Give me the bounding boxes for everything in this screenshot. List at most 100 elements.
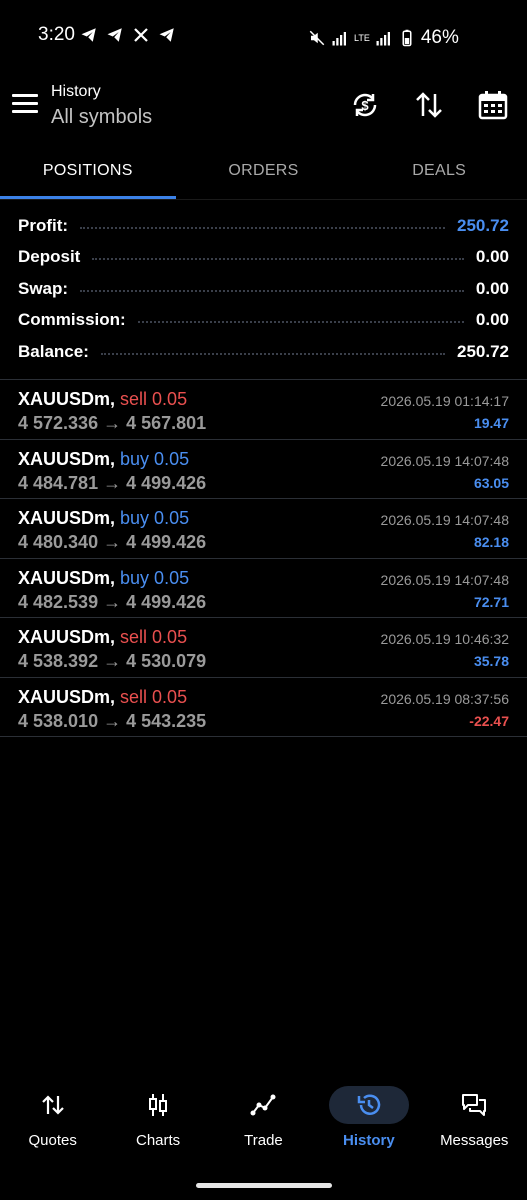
position-profit: 63.05 <box>473 474 509 491</box>
nav-icon-wrap <box>118 1086 198 1124</box>
nav-icon-wrap <box>434 1086 514 1124</box>
notification-icons <box>80 26 176 44</box>
quotes-icon <box>41 1095 64 1115</box>
position-profit: 19.47 <box>473 415 509 431</box>
nav-quotes[interactable]: Quotes <box>3 1078 103 1162</box>
position-type: buy 0.05 <box>120 567 190 588</box>
balance-value: 250.72 <box>457 341 509 361</box>
position-prices: 4 538.392 → 4 530.079 <box>18 651 207 671</box>
position-prices: 4 484.781 → 4 499.426 <box>18 472 207 493</box>
position-symbol: XAUUSDm, buy 0.05 <box>18 508 189 529</box>
summary-panel: Profit: 250.72 Deposit 0.00 Swap: 0.00 C… <box>0 210 527 368</box>
nav-trade[interactable]: Trade <box>213 1078 313 1162</box>
position-type: sell 0.05 <box>120 686 188 707</box>
swap-label: Swap: <box>18 278 69 298</box>
position-time: 2026.05.19 10:46:32 <box>380 631 509 647</box>
signal-icon <box>332 32 346 46</box>
status-bar: 3:20 LTE 46% <box>0 0 527 72</box>
nav-history[interactable]: History <box>319 1078 419 1162</box>
refresh-currency-button[interactable]: $ <box>349 89 381 121</box>
tab-positions[interactable]: POSITIONS <box>0 142 176 199</box>
summary-row-deposit: Deposit 0.00 <box>0 242 527 274</box>
app-header: History All symbols $ <box>0 72 527 142</box>
position-type: sell 0.05 <box>120 389 188 409</box>
symbol-name: XAUUSDm, <box>18 567 116 588</box>
symbol-filter[interactable]: All symbols <box>51 106 152 129</box>
charts-icon <box>149 1094 168 1116</box>
position-row[interactable]: XAUUSDm, buy 0.05 4 482.539 → 4 499.426 20… <box>0 559 527 618</box>
nav-label: Quotes <box>28 1132 77 1149</box>
position-row[interactable]: XAUUSDm, buy 0.05 4 480.340 → 4 499.426 20… <box>0 499 527 559</box>
position-profit: 82.18 <box>473 534 509 550</box>
position-time: 2026.05.19 14:07:48 <box>380 452 509 469</box>
position-time: 2026.05.19 01:14:17 <box>380 393 509 409</box>
page-title: History <box>51 83 101 100</box>
nav-label: Trade <box>244 1132 283 1149</box>
sort-icon <box>416 92 442 118</box>
history-icon <box>357 1094 381 1115</box>
position-type: sell 0.05 <box>120 627 188 647</box>
dotted-leader <box>137 321 464 324</box>
dotted-leader <box>100 352 445 355</box>
position-prices: 4 480.340 → 4 499.426 <box>18 532 207 552</box>
x-icon <box>134 28 148 42</box>
position-symbol: XAUUSDm, sell 0.05 <box>18 389 187 410</box>
symbol-name: XAUUSDm, <box>18 686 116 707</box>
nav-charts[interactable]: Charts <box>108 1078 208 1162</box>
commission-label: Commission: <box>18 310 126 330</box>
system-icons: LTE 46% <box>308 27 459 49</box>
position-profit: 72.71 <box>473 593 509 610</box>
status-time: 3:20 <box>38 24 75 45</box>
profit-value: 250.72 <box>457 215 509 235</box>
position-profit: 35.78 <box>473 653 509 669</box>
summary-row-balance: Balance: 250.72 <box>0 336 527 368</box>
network-type: LTE <box>354 33 370 43</box>
symbol-name: XAUUSDm, <box>18 389 116 409</box>
position-row[interactable]: XAUUSDm, buy 0.05 4 484.781 → 4 499.426 20… <box>0 440 527 499</box>
nav-label: History <box>343 1132 395 1149</box>
bottom-nav: Quotes Charts Trade History Messages <box>0 1078 527 1162</box>
nav-messages[interactable]: Messages <box>424 1078 524 1162</box>
sort-button[interactable] <box>413 89 445 121</box>
calendar-button[interactable] <box>477 89 509 121</box>
position-type: buy 0.05 <box>120 508 190 528</box>
profit-label: Profit: <box>18 215 69 235</box>
position-row[interactable]: XAUUSDm, sell 0.05 4 572.336 → 4 567.801 2… <box>0 380 527 440</box>
deposit-value: 0.00 <box>475 247 509 267</box>
currency-refresh-icon: $ <box>353 93 377 117</box>
signal-icon <box>376 32 390 46</box>
messages-icon <box>462 1094 487 1116</box>
position-symbol: XAUUSDm, sell 0.05 <box>18 627 187 648</box>
nav-icon-wrap <box>13 1086 93 1124</box>
tab-orders[interactable]: ORDERS <box>176 142 352 199</box>
telegram-icon <box>107 28 122 42</box>
menu-icon[interactable] <box>12 94 38 114</box>
balance-label: Balance: <box>18 341 89 361</box>
tab-deals[interactable]: DEALS <box>351 142 527 199</box>
symbol-name: XAUUSDm, <box>18 627 116 647</box>
position-time: 2026.05.19 08:37:56 <box>380 690 509 707</box>
summary-row-commission: Commission: 0.00 <box>0 305 527 337</box>
symbol-name: XAUUSDm, <box>18 448 116 469</box>
symbol-name: XAUUSDm, <box>18 508 116 528</box>
position-type: buy 0.05 <box>120 448 190 469</box>
position-row[interactable]: XAUUSDm, sell 0.05 4 538.010 → 4 543.235 2… <box>0 678 527 737</box>
battery-level: 46% <box>420 27 459 48</box>
position-prices: 4 572.336 → 4 567.801 <box>18 413 207 433</box>
battery-icon <box>402 29 412 47</box>
deposit-label: Deposit <box>18 247 81 267</box>
commission-value: 0.00 <box>475 310 509 330</box>
swap-value: 0.00 <box>475 278 509 298</box>
position-symbol: XAUUSDm, buy 0.05 <box>18 568 189 589</box>
position-time: 2026.05.19 14:07:48 <box>380 571 509 588</box>
position-profit: -22.47 <box>469 712 509 729</box>
telegram-icon <box>159 28 174 42</box>
history-tabs: POSITIONS ORDERS DEALS <box>0 142 527 200</box>
position-row[interactable]: XAUUSDm, sell 0.05 4 538.392 → 4 530.079 2… <box>0 618 527 678</box>
svg-text:$: $ <box>361 98 369 113</box>
summary-row-swap: Swap: 0.00 <box>0 273 527 305</box>
home-indicator[interactable] <box>196 1183 332 1188</box>
dotted-leader <box>92 258 464 261</box>
nav-label: Charts <box>135 1132 181 1149</box>
trade-icon <box>250 1094 276 1116</box>
